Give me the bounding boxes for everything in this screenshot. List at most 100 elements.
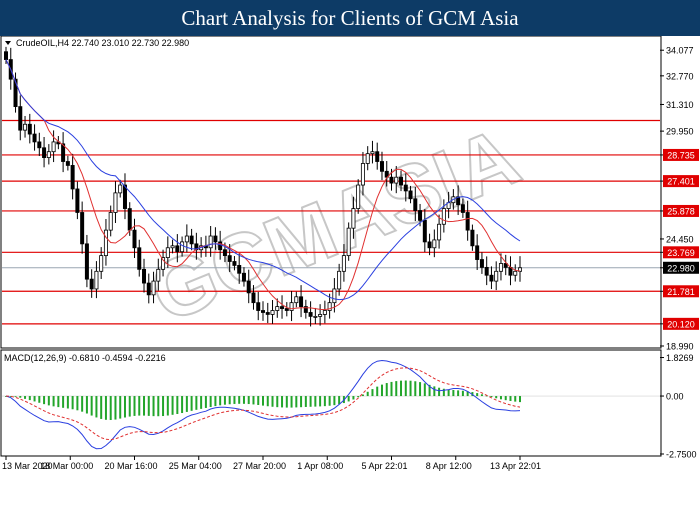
macd-histogram-bar (347, 396, 350, 402)
macd-histogram-bar (457, 390, 460, 397)
macd-histogram-bar (52, 396, 55, 407)
macd-histogram-bar (47, 396, 50, 406)
chart-header: CrudeOIL,H4 22.740 23.010 22.730 22.980 (5, 38, 189, 48)
candle (346, 222, 351, 261)
macd-histogram-bar (290, 396, 293, 408)
macd-histogram-bar (476, 393, 479, 397)
macd-histogram-bar (333, 396, 336, 406)
macd-histogram-bar (33, 396, 36, 402)
macd-histogram-bar (395, 381, 398, 397)
macd-histogram-bar (385, 383, 388, 397)
macd-histogram-bar (104, 396, 107, 420)
macd-histogram-bar (157, 396, 160, 417)
macd-histogram-bar (81, 396, 84, 412)
macd-histogram-bar (480, 394, 483, 397)
time-tick-label: 27 Mar 20:00 (233, 461, 286, 471)
macd-histogram-bar (166, 396, 169, 416)
price-tag-label: 27.401 (667, 177, 695, 187)
macd-histogram-bar (176, 396, 179, 414)
macd-histogram-bar (433, 386, 436, 397)
macd-histogram-bar (447, 389, 450, 397)
price-tag-label: 22.980 (667, 263, 695, 273)
macd-histogram-bar (266, 396, 269, 407)
macd-histogram-bar (499, 396, 502, 400)
price-tag-label: 20.120 (667, 319, 695, 329)
macd-histogram-bar (185, 396, 188, 412)
macd-histogram-bar (252, 396, 255, 405)
macd-histogram-bar (390, 381, 393, 397)
macd-histogram-bar (257, 396, 260, 405)
macd-histogram-bar (214, 396, 217, 407)
price-tick-label: 31.310 (666, 100, 694, 110)
macd-histogram-bar (366, 391, 369, 397)
macd-tick-label: 1.8269 (666, 353, 694, 363)
macd-histogram-bar (181, 396, 184, 414)
macd-histogram-bar (19, 396, 22, 398)
macd-histogram-bar (380, 384, 383, 397)
macd-histogram-bar (128, 396, 131, 417)
macd-histogram-bar (71, 396, 74, 410)
price-tick-label: 24.450 (666, 234, 694, 244)
macd-histogram-bar (338, 396, 341, 405)
time-tick-label: 13 Apr 22:01 (490, 461, 541, 471)
macd-histogram-bar (423, 383, 426, 397)
macd-histogram-bar (323, 396, 326, 407)
macd-histogram-bar (100, 396, 103, 419)
macd-histogram-bar (504, 396, 507, 401)
macd-histogram-bar (200, 396, 203, 409)
macd-histogram-bar (138, 396, 141, 416)
macd-histogram-bar (123, 396, 126, 418)
macd-histogram-bar (28, 396, 31, 401)
macd-histogram-bar (242, 396, 245, 404)
macd-histogram-bar (361, 394, 364, 397)
macd-histogram-bar (14, 396, 17, 397)
macd-histogram-bar (295, 396, 298, 408)
macd-label: MACD(12,26,9) -0.6810 -0.4594 -0.2216 (4, 353, 166, 363)
macd-histogram-bar (328, 396, 331, 406)
macd-histogram-bar (352, 396, 355, 400)
macd-histogram-bar (76, 396, 79, 411)
macd-histogram-bar (57, 396, 60, 408)
macd-histogram-bar (233, 396, 236, 404)
macd-histogram-bar (162, 396, 165, 417)
price-tag-label: 25.878 (667, 206, 695, 216)
chart-area: GCMASIA 34.077 32.770 31.310 29.950 28.735 27… (0, 35, 700, 500)
price-tick-label: 34.077 (666, 46, 694, 56)
macd-tick-label: 0.00 (666, 392, 684, 402)
price-tick-label: 29.950 (666, 127, 694, 137)
macd-histogram-bar (404, 380, 407, 397)
macd-histogram-bar (109, 396, 112, 421)
macd-histogram-bar (66, 396, 69, 409)
macd-histogram-bar (357, 396, 360, 398)
macd-histogram-bar (119, 396, 122, 419)
macd-histogram-bar (133, 396, 136, 416)
macd-histogram-bar (438, 387, 441, 397)
price-tick-label: 18.990 (666, 342, 694, 352)
macd-histogram-bar (38, 396, 41, 403)
macd-histogram-bar (62, 396, 65, 408)
macd-histogram-bar (461, 390, 464, 397)
macd-histogram-bar (509, 396, 512, 401)
macd-histogram-bar (300, 396, 303, 408)
macd-histogram-bar (190, 396, 193, 411)
macd-histogram-bar (495, 396, 498, 399)
price-chart[interactable]: GCMASIA 34.07732.77031.31029.95028.73527… (0, 35, 700, 500)
macd-histogram-bar (271, 396, 274, 407)
macd-histogram-bar (309, 396, 312, 407)
time-tick-label: 8 Apr 12:00 (426, 461, 472, 471)
macd-histogram-bar (247, 396, 250, 405)
time-tick-label: 1 Apr 08:00 (297, 461, 343, 471)
macd-histogram-bar (85, 396, 88, 414)
macd-histogram-bar (371, 389, 374, 397)
macd-tick-label: -2.7500 (666, 450, 697, 460)
macd-histogram-bar (304, 396, 307, 407)
macd-histogram-bar (223, 396, 226, 405)
time-tick-label: 25 Mar 04:00 (169, 461, 222, 471)
macd-histogram-bar (262, 396, 264, 406)
macd-histogram-bar (452, 389, 455, 397)
macd-histogram-bar (195, 396, 198, 410)
macd-histogram-bar (90, 396, 93, 416)
macd-histogram-bar (171, 396, 174, 415)
macd-histogram-bar (519, 396, 521, 403)
macd-histogram-bar (204, 396, 207, 408)
